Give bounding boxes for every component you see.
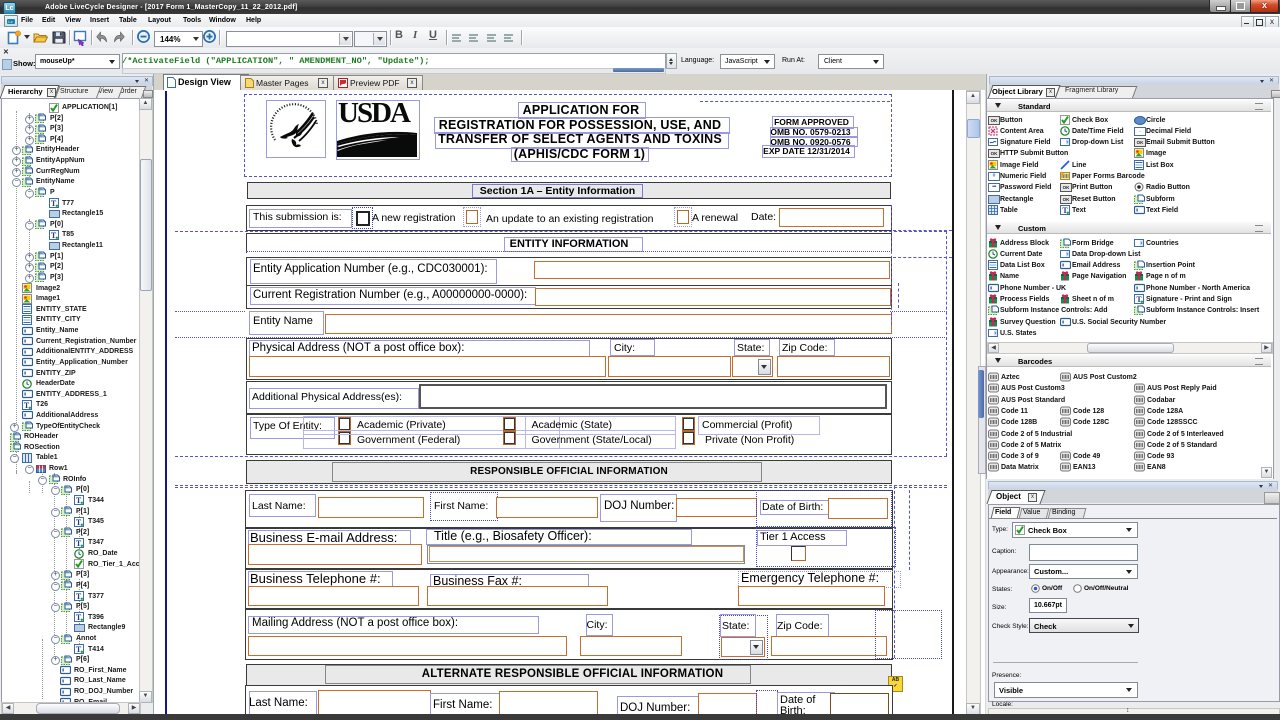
svg-text:T: T [76,496,82,505]
svg-text:T: T [76,592,82,601]
svg-text:T: T [76,539,82,548]
svg-text:T: T [76,518,82,527]
svg-text:T: T [51,231,57,240]
svg-text:T: T [76,613,82,622]
svg-text:T: T [51,199,57,208]
svg-text:T: T [24,401,30,410]
svg-text:T: T [76,645,82,654]
